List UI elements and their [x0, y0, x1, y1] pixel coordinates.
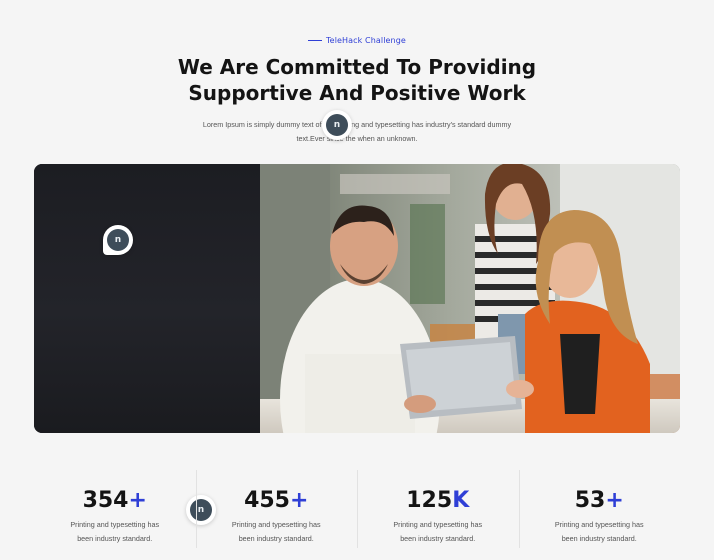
- stat-item: 455+ Printing and typesetting has been i…: [195, 470, 358, 550]
- stat-description: Printing and typesetting has been indust…: [34, 518, 196, 546]
- avatar: n: [326, 114, 348, 136]
- stat-number: 53+: [519, 488, 681, 516]
- stats-row: 354+ Printing and typesetting has been i…: [34, 470, 680, 550]
- stat-item: 53+ Printing and typesetting has been in…: [518, 470, 681, 550]
- page-title: We Are Committed To Providing Supportive…: [0, 54, 714, 106]
- stat-suffix: +: [290, 488, 309, 513]
- stat-value: 125: [406, 488, 453, 513]
- avatar-badge-header[interactable]: n: [322, 110, 352, 140]
- stat-value: 354: [82, 488, 129, 513]
- avatar-badge-hero[interactable]: n: [103, 225, 133, 255]
- stat-desc-line-2: been industry standard.: [561, 534, 637, 543]
- stat-number: 455+: [196, 488, 358, 516]
- stat-description: Printing and typesetting has been indust…: [196, 518, 358, 546]
- hero-team-photo: [260, 164, 680, 433]
- avatar: n: [107, 229, 129, 251]
- stat-item: 354+ Printing and typesetting has been i…: [34, 470, 196, 550]
- stat-number: 354+: [34, 488, 196, 516]
- stat-suffix: +: [605, 488, 624, 513]
- hero-dark-panel: [34, 164, 260, 433]
- stat-description: Printing and typesetting has been indust…: [357, 518, 519, 546]
- intro-paragraph: Lorem Ipsum is simply dummy text of the …: [0, 118, 714, 146]
- stat-desc-line-1: Printing and typesetting has: [554, 520, 644, 529]
- hero-banner: [34, 164, 680, 433]
- stat-desc-line-1: Printing and typesetting has: [70, 520, 160, 529]
- stat-desc-line-2: been industry standard.: [77, 534, 153, 543]
- stat-description: Printing and typesetting has been indust…: [519, 518, 681, 546]
- team-photo-illustration: [260, 164, 680, 433]
- stat-item: 125K Printing and typesetting has been i…: [357, 470, 519, 550]
- stat-desc-line-2: been industry standard.: [400, 534, 476, 543]
- page-title-line-2: Supportive And Positive Work: [188, 81, 526, 105]
- section-eyebrow: TeleHack Challenge: [0, 36, 714, 45]
- stat-value: 455: [244, 488, 290, 513]
- stat-desc-line-1: Printing and typesetting has: [231, 520, 321, 529]
- eyebrow-text: TeleHack Challenge: [326, 36, 406, 45]
- stat-suffix: K: [452, 488, 470, 513]
- stat-desc-line-2: been industry standard.: [238, 534, 314, 543]
- eyebrow-line: [308, 39, 323, 42]
- stat-desc-line-1: Printing and typesetting has: [393, 520, 483, 529]
- stat-value: 53: [574, 488, 606, 513]
- stat-number: 125K: [357, 488, 519, 516]
- page-title-line-1: We Are Committed To Providing: [177, 55, 537, 79]
- intro-line-2: text.Ever since the when an unknown.: [296, 134, 418, 143]
- stat-suffix: +: [128, 488, 147, 513]
- intro-line-1: Lorem Ipsum is simply dummy text of the …: [202, 120, 512, 129]
